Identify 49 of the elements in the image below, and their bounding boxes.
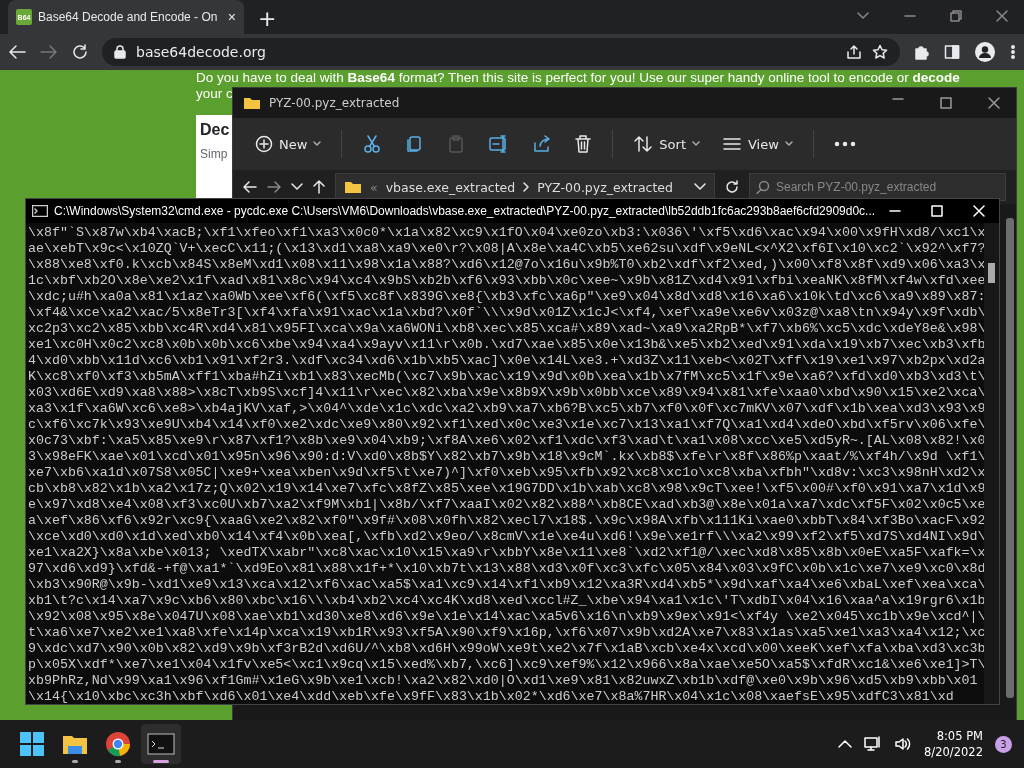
console-line: K\xc8\xf0\xf3\xb5mA\xff1\xba#hZi\xb1\x83\xecMb(\xc7\x9b\xac\x19\x9d\x0b\xea\x1b\x7fM\xc5\x1f\x9e\xa6?\xfd\xd0\xb3\xd3\t\: [28, 369, 984, 385]
console-line: x0c73\xbf:\xa5\x85\xe9\r\x87\xf1?\x8b\xe9\x04\xb9;\xf8A\xe6\x02\xf1\xdc\xf3\xad\t\xa1\x08\xcc\xe5\xd5yR~.[AL\x08\x82!\x0: [28, 433, 984, 449]
intro-text: your c: [196, 86, 233, 101]
clock[interactable]: 8:05 PM 8/20/2022: [924, 728, 983, 760]
console-line: a\xef\x86\xf6\x92r\xc9{\xaaG\xe2\x82\xf0"\x9f#\x08\x0fh\x82\xecl7\x18$.\x9c\x98A\xfb\x111Ki\xae0\xbbT\x84\xf3Bo\xacF\x92: [28, 513, 984, 529]
window-title: C:\Windows\System32\cmd.exe - pycdc.exe C:\Users\VM6\Downloads\vbase.exe_extracted\PYZ-00.pyz_extracted\lb52ddb1fc6ac293b8aef6cfd2909d0c...: [54, 204, 877, 218]
console-line: xe1\xc0H\x0c2\xc8\x0b\x0b\xc6\xbe\x94\xa4\x9ayv\x11\r\x0b.\xd7\xae\x85\x0e\x13b&\xe5\xb2\xed\x91\xda\x19\xb7\xec\xb3\xfb: [28, 337, 984, 353]
console-line: xe7\xb6\xa1d\x07S8\x05C|\xe9+\xea\xben\x9d\xf5\t\xe7)^]\xf0\xeb\x95\xfb\x92\xc8\xc1o\xc8\xba\xfbh"\xd8v:\xc3\x98nH\xd2\x: [28, 465, 984, 481]
console-line: c\xf6\xc7k\x93\xe9U\xb4\x14\xf0\xe2\xdc\xe9\x80\x92\xf1\xed\x0c\xe3\x1e\xc7\x13\xa1\xf7Q\xa1\xd4\xdeO\xbd\xf5rv\x06\xfe\: [28, 417, 984, 433]
card-title: Dec: [200, 121, 231, 139]
console-line: xa3\x1f\xa6W\xc6\xe8>\xb4ajKV\xaf,>\x04^\xde\x1c\xdc\xa2\xb9\xa7\xb6?B\xc5\xb7\xf0\x0f\xc7mKV\x07\xdf\x1b\xea\xd3\x93\x9: [28, 401, 984, 417]
console-line: \x88\xe8\xf0.k\xcb\x84S\x8eM\xd1\x08\x11\x98\x1a\x88?\xd6\x12@7o\x16u\x9b%T0\xb2\xdf\xf2\xed,)\x00\xf8\x8f\xd9\x06\xa3\x: [28, 257, 984, 273]
tab-close-button[interactable]: ×: [227, 9, 236, 25]
console-line: cb\xb8\x82\x1b\xa2\x17z;Q\x02\x19\x14\xe7\xfc\x8fZ\x85\xee\x19G7DD\x1b\xab\xc8\x98\x9cT\xee!\xf5\x00#\xf0\x91\xa7\x1d\x9: [28, 481, 984, 497]
console-line: ae\xebT\x9c<\x10ZQ`V+\xecC\x11;(\x13\xd1\xa8\xa9\xe0\r?\x08|A\x8e\xa4C\xb5\xe62su\xdf\x9eNL<x^X2\xf6I\x10\xc2`\x92^\xf7?: [28, 241, 984, 257]
console-line: t\xa6\xe7\xe2\xe1\xa8\xfe\x14p\xca\x19\xb1R\x93\xf5A\x90\xf9\x16p,\xf6\x07\x9b\xd2A\xe7\x83\x1as\xa5\xe1\xa3\xa4\x12;\xc: [28, 625, 984, 641]
console-line: 9\xdc\xd7\x90\x0b\x82\xd9\x9b\xf3rB2d\xd6U/^\xb8\xd6H\x99oW\xe9t\xe2\x7f\x1aB\xcb\xe4x\xcd\x00\xeeK\xef\xfa\xba\xd3\xc3b: [28, 641, 984, 657]
breadcrumb-item[interactable]: vbase.exe_extracted: [385, 179, 516, 195]
new-tab-button[interactable]: +: [258, 8, 277, 30]
intro-text: Do you have to deal with Base64 format? Then this site is perfect for you! Use our super handy online tool to encode or decode: [196, 70, 961, 86]
console-line: xb9PhRz,Nd\x99\xa1\x96\xf1Gm#\x1eG\x9b\xe1\xcb!\xa2\x82\xd0|O\xd1\xe9\x81\x82uwxZ\xb1b\xdf@\xe0\x9b\x96\xd5\xb9\xbb\x01: [28, 673, 979, 689]
window-title: PYZ-00.pyz_extracted: [269, 96, 400, 110]
console-line: 97\xd6\xd9}\xfd&-+f@\xa1*`\xd9Eo\x81\x88\x1f+*\x10\xb7t\x13\x88\xd3\x0f\xc3\xfc\x05\x84\x03\x9fC\x0b\x1c\xe7\xe9\xc0\x8d: [28, 561, 984, 577]
address-bar[interactable]: « vbase.exe_extracted PYZ-00.pyz_extracted: [335, 173, 715, 201]
view-button[interactable]: View: [714, 130, 801, 158]
console-line: \x14{\x10\xbc\xc3h\xbf\xd6\x01\xe4\xdd\xeb\xfe\x9fF\x83\x1b\x02*\xd6\xe7\x8a%7HR\x04\x1c\x08\xaefsE\x95\xdfC3\x81\xd: [28, 689, 955, 704]
url-text[interactable]: base64decode.org: [136, 44, 266, 60]
console-line: 1c\xbf\xb2O\x8e\xe2\x1f\xad\x81\x8c\x94\xc4\x9bS\xb2b\xf6\x93\xbb\x0c\xee~\x9b\x81Z\xd4\x91\xfbi\xeaNK\x8fM\xf4w\xfd\xee: [28, 273, 984, 289]
console-line: xb1\t?c\x14\xa7\x9c\xb6\x80\xbc\x16\\\xb4\xb2\xc4\xc4K\xd8\xed\xccl#Z_\xbe\x94\xa1\x1c\'T\xdbI\x04\x16\xaa^a\x19rgr6\x1b: [28, 593, 984, 609]
card-subtitle: Simp: [200, 147, 229, 161]
sort-button[interactable]: Sort: [625, 129, 708, 159]
console-line: x03\xd6E\xd9\xa8\x88>\x8cT\xb9S\xcf]4\x11\r\xec\x82\xba\x9e\x8b9X\x9b\x0bb\xce\x89\x94\x81\xfe\xaa0\xbd\x90\x15\xe2\xca\: [28, 385, 984, 401]
breadcrumb-item[interactable]: PYZ-00.pyz_extracted: [537, 179, 673, 195]
console-line: \xb3\x90R@\x9b-\xd1\xe9\x13\xca\x12\xf6\xac\xa5$\xa1\xc9\x14\xf1\xb9\x12\xa3R\xd4\xb5*\x9d\xaf\xa4\xe6\xbaL\xef\xea\xca\: [28, 577, 984, 593]
console-line: 3\x98eFK\xae\x01\xcd\x01\x95n\x96\x90:d:V\xd0\x8b$Y\x82\xb7\x9b\x18\x9cM`.kx\xb8$\xfe\r\x8f\x86%p\xaat/%\xf4h/\x9d \xf1\: [28, 449, 984, 465]
search-field[interactable]: Search PYZ-00.pyz_extracted: [749, 173, 1006, 201]
console-line: \xce\xd0\xd0\x1d\xed\xb0\x14\xf4\x0b\xea[,\xfb\xd2\x9eo/\x8cmV\x1e\xe4u\xd6!\x9e\xe1rf\\\xa2\x99\xf2\xf5\xd7S\xd4NI\x9d\: [28, 529, 984, 545]
console-line: e\x97\xd8\xe4\x08\xf3\xc0U\xb7\xa2\xf9M\xb1|\x8b/\xf7\xaaI\x02\x82\x88^\xb8CE\xad\xb3@\x8e\x01a\xa7\xdc\xf5F\x02\x0c5\xe: [28, 497, 984, 513]
new-button[interactable]: New: [247, 129, 330, 159]
console-line: xc2p3\xc2\x85\xbb\xc4R\xd4\x81\x95FI\xca\x9a\xa6WONi\xb8\xec\x85\xca#\x89\xad~\xa9\xa2RpB*\xf7\xb6%\xc5\xdc\xdeY8e&\x98\: [28, 321, 984, 337]
console-line: \x92\x08\x95\x8e\x047U\x08\xae\xb1\xd30\xe8\xd6\x9e\x1e\x14\xac\xa5v6\x16\n\xb9\x9ex\x91<\xf4y \xe2\x045\xc1b\x9e\xcd^|\: [28, 609, 984, 625]
console-line: xe1\xa2X}\x8a\xbe\x013; \xedTX\xabr"\xc8\xac\x10\x15\xa9\r\xbbY\x8e\x11\xe8`\xd2\xf1@/\xec\xd8\x85\x8b\x0eE\xa5F\xafk=\x: [28, 545, 984, 561]
tab-title: Base64 Decode and Encode - On: [38, 10, 219, 24]
notification-badge[interactable]: 3: [995, 735, 1012, 753]
console-line: \xdc;u#h\xa0a\x81\x1az\xa0Wb\xee\xf6(\xf5\xc8f\x839G\xe8{\xb3\xfc\xa6p"\xe9\x04\x8d\xd8\x16\xa6\x10k\td\xc6\xa9\x89\x87:: [28, 289, 984, 305]
console-line: \x8f"`S\x87w\xb4\xacB;\xf1\xfeo\xf1\xa3\x0c0*\x1a\x82\xc9\x1fO\x04\xe0zo\xb3:\x036\'\xf5\xd6\xac\x94\x00\x9fH\xd8/\xc1\x: [28, 225, 984, 241]
breadcrumb-overflow[interactable]: «: [370, 179, 378, 195]
console-line: \xf4&\xce\xa2\xac/5\x8eTr3[\xf4\xfa\x91\xac\x1a\xbd?\x0f`\\\x9d\x01Z\x1cJ<\xf4,\xef\xa9e\xe6v\x03z@\xa8\tn\x94y\x9f\xdb\: [28, 305, 984, 321]
console-line: p\x05X\xdf*\xe7\xe1\x04\x1fv\xe5<\xc1\x9cq\x15\xed%\xb7,\xc6]\xc9\xef9%\x12\x966\x8a\xae\xe5O\xa5$\xfdR\xc1&\xe6\xe1]>T\: [28, 657, 984, 673]
